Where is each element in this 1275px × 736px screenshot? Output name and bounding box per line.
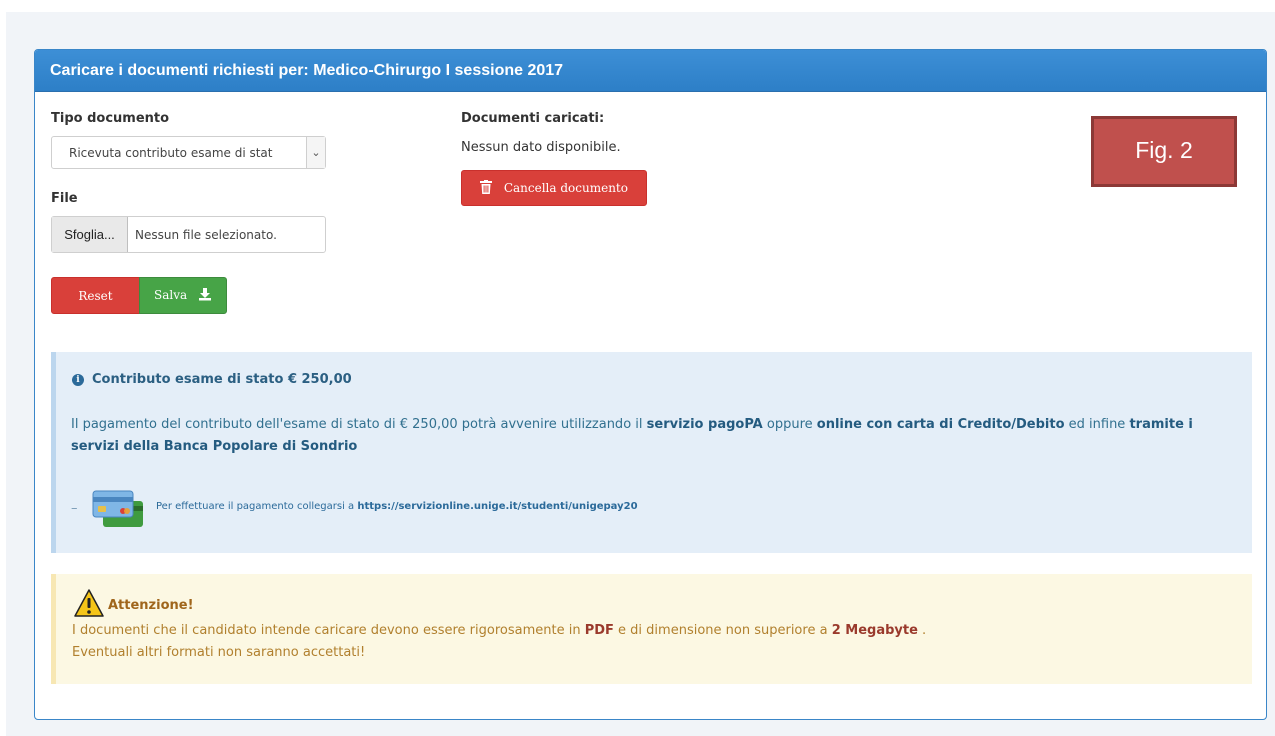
file-status: Nessun file selezionato. <box>135 228 277 242</box>
uploaded-docs-empty: Nessun dato disponibile. <box>461 140 621 155</box>
info-text-2: oppure <box>762 417 817 432</box>
info-text-3: ed infine <box>1064 417 1130 432</box>
info-icon: i <box>72 374 84 386</box>
upload-panel: Caricare i documenti richiesti per: Medi… <box>34 49 1267 720</box>
doc-type-label: Tipo documento <box>51 111 170 126</box>
uploaded-docs-title: Documenti caricati: <box>461 111 605 126</box>
payment-instruction: Per effettuare il pagamento collegarsi a… <box>156 501 638 512</box>
max-size: 2 Megabyte <box>831 623 918 638</box>
info-text-1: Il pagamento del contributo dell'esame d… <box>71 417 647 432</box>
save-button[interactable]: Salva <box>139 277 227 314</box>
info-alert: i Contributo esame di stato € 250,00 Il p… <box>51 352 1252 553</box>
reset-button[interactable]: Reset <box>51 277 140 314</box>
warning-text-2: e di dimensione non superiore a <box>613 623 832 638</box>
delete-document-label: Cancella documento <box>503 181 628 195</box>
file-label: File <box>51 191 78 206</box>
file-input[interactable]: Sfoglia... Nessun file selezionato. <box>51 216 326 253</box>
doc-type-select[interactable]: Ricevuta contributo esame di stat ⌄ <box>51 136 326 169</box>
info-paragraph: Il pagamento del contributo dell'esame d… <box>71 414 1231 458</box>
credit-card-icon <box>92 490 143 527</box>
warning-line-2: Eventuali altri formati non saranno acce… <box>72 645 366 660</box>
figure-label: Fig. 2 <box>1091 116 1237 187</box>
save-label: Salva <box>154 288 188 302</box>
unigepay-link[interactable]: https://servizionline.unige.it/studenti/… <box>357 501 637 512</box>
trash-icon <box>480 180 492 194</box>
reset-label: Reset <box>78 289 113 303</box>
warning-line-1: I documenti che il candidato intende car… <box>72 620 926 642</box>
pagopa-link[interactable]: servizio pagoPA <box>647 417 763 432</box>
chevron-down-icon[interactable]: ⌄ <box>306 137 325 168</box>
info-title: Contributo esame di stato € 250,00 <box>92 372 352 387</box>
warning-text-3: . <box>917 623 927 638</box>
info-title-row: i Contributo esame di stato € 250,00 <box>72 372 352 387</box>
warning-text: I documenti che il candidato intende car… <box>72 620 926 664</box>
delete-document-button[interactable]: Cancella documento <box>461 170 647 206</box>
panel-title: Caricare i documenti richiesti per: Medi… <box>35 50 1266 92</box>
doc-type-selected-value: Ricevuta contributo esame di stat <box>69 146 273 160</box>
pdf-format: PDF <box>584 623 614 638</box>
warning-alert: Attenzione! I documenti che il candidato… <box>51 574 1252 684</box>
browse-button[interactable]: Sfoglia... <box>52 217 128 252</box>
card-payment-link[interactable]: online con carta di Credito/Debito <box>817 417 1065 432</box>
payment-dash: – <box>71 501 78 516</box>
warning-icon <box>74 589 104 617</box>
download-icon <box>198 288 211 301</box>
warning-title: Attenzione! <box>108 598 194 613</box>
warning-text-1: I documenti che il candidato intende car… <box>72 623 585 638</box>
payment-line: – Per effettuare il pagamento collegarsi… <box>71 487 771 529</box>
payment-text: Per effettuare il pagamento collegarsi a <box>156 501 358 512</box>
